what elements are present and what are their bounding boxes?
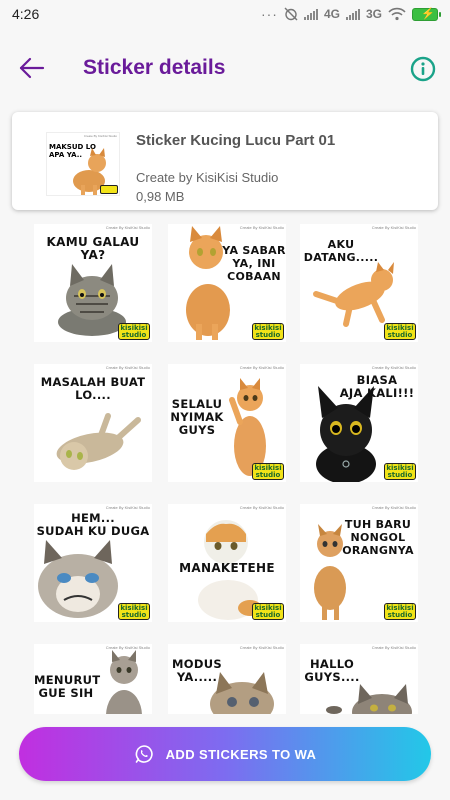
sticker-item[interactable]: Create By KisiKisi Studio BIASA AJA KALI… [300, 364, 418, 482]
network-type-2: 3G [365, 7, 382, 21]
sticker-item[interactable]: Create By KisiKisi Studio MANAKETEHE kis… [168, 504, 286, 622]
signal-icon-2 [345, 8, 360, 20]
pack-size: 0,98 MB [136, 189, 185, 204]
sticker-caption: SELALU NYIMAK GUYS [170, 397, 224, 437]
wifi-icon [388, 7, 406, 21]
brand-badge: kisikisi studio [384, 463, 416, 480]
sticker-caption: AKU DATANG..... [303, 238, 379, 264]
sticker-caption: KAMU GALAU YA? [46, 235, 140, 262]
status-bar: 4:26 ··· 4G 3G ⚡ [0, 0, 450, 28]
pack-name: Sticker Kucing Lucu Part 01 [136, 132, 336, 149]
whatsapp-icon [135, 745, 153, 763]
sticker-pack-card: Create By KisiKisi Studio MAKSUD LO APA … [12, 112, 438, 210]
more-notifications-icon: ··· [260, 6, 278, 22]
thumb-brand-badge [100, 185, 118, 194]
sticker-caption: TUH BARU NONGOL ORANGNYA [342, 518, 414, 557]
sticker-item[interactable]: Create By KisiKisi Studio KAMU GALAU YA?… [34, 224, 152, 342]
pack-thumbnail: Create By KisiKisi Studio MAKSUD LO APA … [46, 132, 120, 196]
signal-icon-1 [303, 8, 318, 20]
sticker-item[interactable]: Create By KisiKisi Studio HEM... SUDAH K… [34, 504, 152, 622]
info-icon[interactable] [410, 56, 436, 82]
sticker-item[interactable]: Create By KisiKisi Studio YA SABAR YA, I… [168, 224, 286, 342]
status-time: 4:26 [12, 6, 40, 22]
sticker-grid: Create By KisiKisi Studio KAMU GALAU YA?… [20, 224, 430, 714]
sticker-item[interactable]: Create By KisiKisi Studio MENURUT GUE SI… [34, 644, 152, 714]
app-header: Sticker details [0, 28, 450, 112]
brand-badge: kisikisi studio [118, 603, 150, 620]
add-stickers-label: ADD STICKERS TO WA [165, 746, 317, 762]
brand-badge: kisikisi studio [252, 323, 284, 340]
sticker-caption: MODUS YA..... [172, 657, 222, 684]
brand-badge: kisikisi studio [384, 603, 416, 620]
sticker-caption: HEM... SUDAH KU DUGA [36, 511, 150, 538]
brand-badge: kisikisi studio [252, 463, 284, 480]
sticker-caption: MANAKETEHE [179, 561, 275, 575]
status-icons: ··· 4G 3G ⚡ [260, 6, 441, 22]
pack-author: Create by KisiKisi Studio [136, 170, 279, 185]
sticker-item[interactable]: Create By KisiKisi Studio SELALU NYIMAK … [168, 364, 286, 482]
sticker-item[interactable]: Create By KisiKisi Studio MODUS YA..... [168, 644, 286, 714]
battery-icon: ⚡ [412, 7, 441, 21]
sticker-caption: HALLO GUYS.... [304, 657, 360, 684]
add-stickers-button[interactable]: ADD STICKERS TO WA [19, 727, 431, 781]
brand-badge: kisikisi studio [118, 323, 150, 340]
page-title: Sticker details [83, 56, 226, 79]
brand-badge: kisikisi studio [384, 323, 416, 340]
sticker-item[interactable]: Create By KisiKisi Studio HALLO GUYS.... [300, 644, 418, 714]
brand-badge: kisikisi studio [252, 603, 284, 620]
back-arrow-icon[interactable] [18, 54, 46, 82]
sticker-caption: YA SABAR YA, INI COBAAN [222, 244, 286, 283]
sticker-item[interactable]: Create By KisiKisi Studio AKU DATANG....… [300, 224, 418, 342]
sticker-item[interactable]: Create By KisiKisi Studio TUH BARU NONGO… [300, 504, 418, 622]
network-type-1: 4G [323, 7, 340, 21]
sticker-caption: MENURUT GUE SIH [34, 673, 101, 700]
sticker-item[interactable]: Create By KisiKisi Studio MASALAH BUAT L… [34, 364, 152, 482]
alarm-off-icon [284, 7, 298, 21]
sticker-caption: BIASA AJA KALI!!! [339, 373, 415, 400]
sticker-caption: MASALAH BUAT LO.... [40, 375, 146, 402]
